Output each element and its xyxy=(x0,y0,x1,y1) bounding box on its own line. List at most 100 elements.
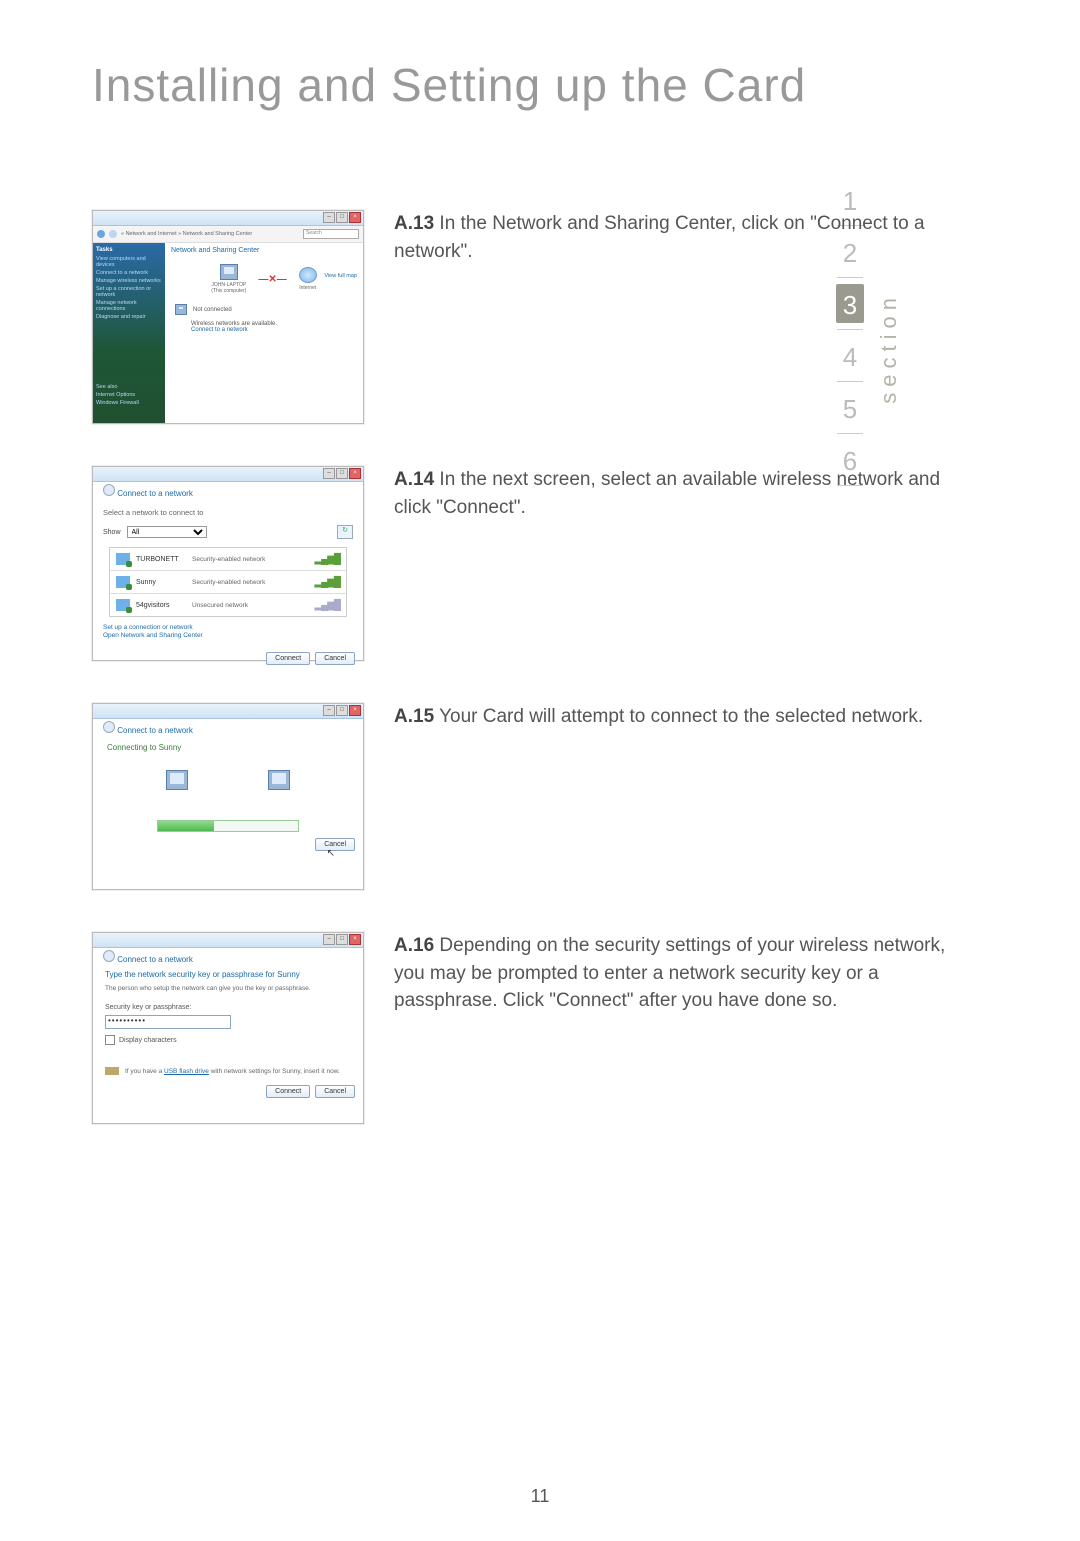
network-name: 54gvisitors xyxy=(136,602,192,609)
network-row[interactable]: Sunny Security-enabled network ▂▄▆█ xyxy=(110,571,346,594)
window-close-icon[interactable]: × xyxy=(349,705,361,716)
window-maximize-icon[interactable]: □ xyxy=(336,934,348,945)
window-maximize-icon[interactable]: □ xyxy=(336,212,348,223)
step-text: A.13 In the Network and Sharing Center, … xyxy=(364,210,972,265)
diagram-node-label: Internet xyxy=(299,285,317,291)
network-desc: Security-enabled network xyxy=(192,579,314,586)
sidebar-task-link[interactable]: Diagnose and repair xyxy=(96,314,162,320)
network-icon xyxy=(116,576,130,588)
window-maximize-icon[interactable]: □ xyxy=(336,705,348,716)
step-body: In the next screen, select an available … xyxy=(394,469,940,518)
sidebar-task-link[interactable]: Manage network connections xyxy=(96,300,162,312)
window-titlebar: – □ × xyxy=(93,933,363,948)
progress-bar xyxy=(157,820,299,832)
network-desc: Security-enabled network xyxy=(192,556,314,563)
panel-heading: Network and Sharing Center xyxy=(165,243,363,258)
window-close-icon[interactable]: × xyxy=(349,934,361,945)
connect-button[interactable]: Connect xyxy=(266,652,310,665)
nav-back-icon[interactable] xyxy=(97,230,105,238)
sidebar-bottom-link[interactable]: Internet Options xyxy=(96,392,162,398)
connecting-message: Connecting to Sunny xyxy=(93,735,363,760)
window-close-icon[interactable]: × xyxy=(349,212,361,223)
nav-forward-icon[interactable] xyxy=(109,230,117,238)
screenshot-security-key: – □ × Connect to a network Type the netw… xyxy=(92,932,364,1124)
network-row[interactable]: TURBONETT Security-enabled network ▂▄▆█ xyxy=(110,548,346,571)
wizard-subtitle: Select a network to connect to xyxy=(93,498,363,521)
screenshot-connecting: – □ × Connect to a network Connecting to… xyxy=(92,703,364,890)
network-diagram: JOHN-LAPTOP (This computer) —✕— Internet xyxy=(165,258,363,300)
security-prompt: Type the network security key or passphr… xyxy=(93,964,363,981)
cancel-button[interactable]: Cancel xyxy=(315,838,355,851)
wizard-back-icon[interactable] xyxy=(103,484,115,496)
computer-small-icon xyxy=(175,304,187,315)
cursor-icon: ↖ xyxy=(327,848,335,859)
network-desc: Unsecured network xyxy=(192,602,314,609)
usb-hint: If you have a USB flash drive with netwo… xyxy=(125,1068,340,1075)
page-number: 11 xyxy=(0,1486,1080,1507)
usb-drive-icon xyxy=(105,1067,119,1075)
window-title: Connect to a network xyxy=(117,489,193,498)
window-titlebar: – □ × xyxy=(93,704,363,719)
step-body: In the Network and Sharing Center, click… xyxy=(394,213,925,262)
vista-sidebar: Tasks View computers and devices Connect… xyxy=(93,243,165,423)
sidebar-task-link[interactable]: View computers and devices xyxy=(96,256,162,268)
step-label: A.15 xyxy=(394,706,434,727)
network-row[interactable]: 54gvisitors Unsecured network ▂▄▆█ xyxy=(110,594,346,616)
window-title: Connect to a network xyxy=(117,955,193,964)
passphrase-input[interactable]: •••••••••• xyxy=(105,1015,231,1029)
connect-button[interactable]: Connect xyxy=(266,1085,310,1098)
network-icon xyxy=(116,553,130,565)
window-close-icon[interactable]: × xyxy=(349,468,361,479)
sidebar-tasks-header: Tasks xyxy=(96,247,162,253)
cancel-button[interactable]: Cancel xyxy=(315,652,355,665)
step-label: A.14 xyxy=(394,469,434,490)
step-a14: – □ × Connect to a network Select a netw… xyxy=(92,466,972,661)
disconnected-icon: —✕— xyxy=(258,274,286,285)
connecting-animation xyxy=(93,760,363,800)
window-minimize-icon[interactable]: – xyxy=(323,468,335,479)
globe-icon xyxy=(299,267,317,283)
step-text: A.14 In the next screen, select an avail… xyxy=(364,466,972,521)
setup-connection-link[interactable]: Set up a connection or network xyxy=(103,624,353,631)
step-a13: – □ × « Network and Internet » Network a… xyxy=(92,210,972,424)
search-input[interactable]: Search xyxy=(303,229,359,239)
checkbox-label: Display characters xyxy=(119,1037,177,1044)
window-minimize-icon[interactable]: – xyxy=(323,705,335,716)
content-area: – □ × « Network and Internet » Network a… xyxy=(92,210,972,1166)
screenshot-network-sharing-center: – □ × « Network and Internet » Network a… xyxy=(92,210,364,424)
signal-bars-icon: ▂▄▆█ xyxy=(314,577,340,588)
sidebar-bottom-link[interactable]: Windows Firewall xyxy=(96,400,162,406)
sidebar-task-link[interactable]: Manage wireless networks xyxy=(96,278,162,284)
view-full-map-link[interactable]: View full map xyxy=(324,273,357,279)
computer-icon xyxy=(220,264,238,280)
page-title: Installing and Setting up the Card xyxy=(92,58,806,112)
breadcrumb: « Network and Internet » Network and Sha… xyxy=(93,226,363,243)
breadcrumb-text: « Network and Internet » Network and Sha… xyxy=(121,231,252,237)
status-not-connected: Not connected xyxy=(193,307,232,313)
refresh-icon[interactable]: ↻ xyxy=(337,525,353,539)
window-title: Connect to a network xyxy=(117,726,193,735)
field-label: Security key or passphrase: xyxy=(93,996,363,1013)
cancel-button[interactable]: Cancel xyxy=(315,1085,355,1098)
step-body: Your Card will attempt to connect to the… xyxy=(434,706,923,727)
sidebar-bottom-link[interactable]: See also xyxy=(96,384,162,390)
open-sharing-center-link[interactable]: Open Network and Sharing Center xyxy=(103,632,353,639)
diagram-node-sublabel: (This computer) xyxy=(211,288,246,294)
window-minimize-icon[interactable]: – xyxy=(323,934,335,945)
network-list: TURBONETT Security-enabled network ▂▄▆█ … xyxy=(109,547,347,617)
step-text: A.15 Your Card will attempt to connect t… xyxy=(364,703,972,731)
connect-to-network-link[interactable]: Connect to a network xyxy=(191,327,353,333)
signal-bars-icon: ▂▄▆█ xyxy=(314,600,340,611)
step-label: A.13 xyxy=(394,213,434,234)
window-maximize-icon[interactable]: □ xyxy=(336,468,348,479)
wizard-back-icon[interactable] xyxy=(103,950,115,962)
sidebar-task-link[interactable]: Set up a connection or network xyxy=(96,286,162,298)
usb-flash-drive-link[interactable]: USB flash drive xyxy=(164,1068,209,1075)
network-name: TURBONETT xyxy=(136,556,192,563)
security-note: The person who setup the network can giv… xyxy=(93,981,363,996)
wizard-back-icon[interactable] xyxy=(103,721,115,733)
display-characters-checkbox[interactable] xyxy=(105,1035,115,1045)
sidebar-task-link[interactable]: Connect to a network xyxy=(96,270,162,276)
show-dropdown[interactable]: All xyxy=(127,526,207,538)
window-minimize-icon[interactable]: – xyxy=(323,212,335,223)
